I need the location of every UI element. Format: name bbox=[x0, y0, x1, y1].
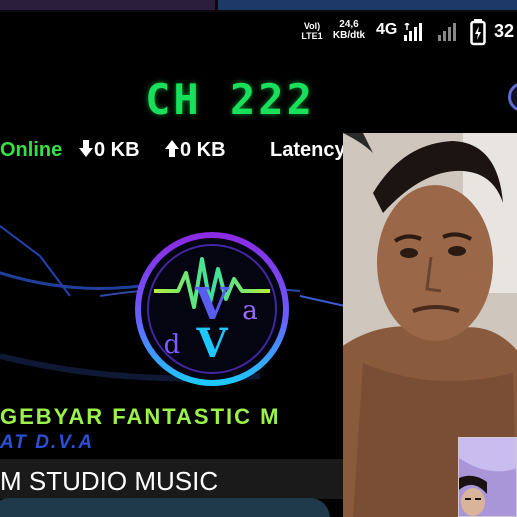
status-bar: Vol) LTE1 24,6 KB/dtk 4G 32 bbox=[0, 12, 517, 56]
upload-stat: 0 KB bbox=[164, 139, 226, 162]
signal-bars-icon bbox=[404, 23, 422, 41]
studio-label: M STUDIO MUSIC bbox=[0, 466, 219, 496]
arrow-down-icon bbox=[79, 140, 93, 157]
channel-display: CH 222 bbox=[145, 75, 315, 124]
latency-stat: Latency bbox=[270, 139, 346, 161]
battery-charging-icon bbox=[470, 19, 486, 46]
online-status: Online bbox=[0, 139, 63, 161]
download-value: 0 KB bbox=[94, 139, 140, 161]
clock: 32 bbox=[494, 21, 515, 41]
logo-letter-d: d bbox=[164, 330, 181, 360]
top-strip-segment bbox=[0, 0, 215, 10]
network-speed: 24,6 KB/dtk bbox=[332, 19, 366, 41]
signal-bars-secondary-icon bbox=[438, 23, 456, 41]
top-strip-segment bbox=[218, 0, 517, 10]
banner-title: GEBYAR FANTASTIC M bbox=[0, 404, 281, 429]
volte-indicator: Vol) LTE1 bbox=[301, 21, 323, 41]
download-stat: 0 KB bbox=[78, 139, 140, 162]
upload-value: 0 KB bbox=[180, 139, 226, 161]
bottom-control-pill[interactable] bbox=[0, 498, 330, 517]
video-call-self-preview[interactable] bbox=[458, 437, 517, 517]
self-video-image bbox=[459, 438, 516, 516]
network-type: 4G bbox=[376, 21, 398, 38]
banner-subtitle: AT D.V.A bbox=[0, 432, 95, 453]
arrow-up-icon bbox=[165, 140, 179, 157]
top-app-strip bbox=[0, 0, 517, 12]
logo-letter-a: a bbox=[242, 296, 258, 326]
logo-letter-v2: V bbox=[195, 320, 228, 367]
dva-logo: V d V a bbox=[135, 232, 289, 386]
